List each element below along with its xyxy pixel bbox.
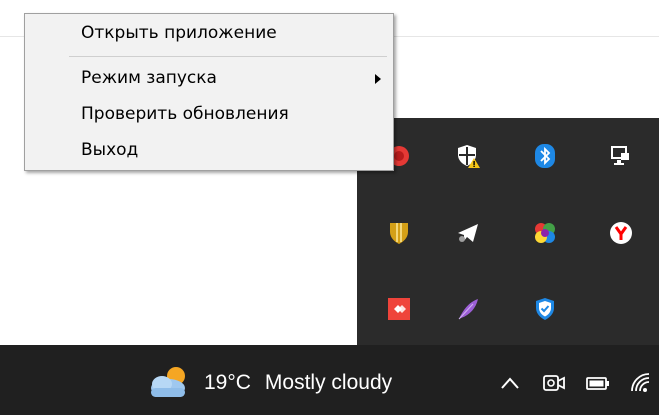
anydesk-icon[interactable] xyxy=(381,291,417,327)
menu-item-check-updates[interactable]: Проверить обновления xyxy=(27,101,391,127)
color-wheel-icon[interactable] xyxy=(527,215,563,251)
menu-item-label: Выход xyxy=(81,140,139,160)
wifi-icon[interactable] xyxy=(628,369,656,397)
menu-item-exit[interactable]: Выход xyxy=(27,137,391,163)
windows-security-warning-icon[interactable] xyxy=(450,138,486,174)
shield-check-icon[interactable] xyxy=(527,291,563,327)
submenu-arrow-icon xyxy=(375,74,381,84)
tray-context-menu: Открыть приложение Режим запуска Провери… xyxy=(24,13,394,171)
weather-temperature: 19°C xyxy=(204,371,251,394)
menu-item-open-app[interactable]: Открыть приложение xyxy=(27,20,391,46)
menu-item-label: Проверить обновления xyxy=(81,104,289,124)
weather-widget[interactable]: 19°C Mostly cloudy xyxy=(146,365,392,401)
weather-description: Mostly cloudy xyxy=(264,371,393,394)
meet-now-icon[interactable] xyxy=(540,369,568,397)
bluetooth-icon[interactable] xyxy=(527,138,563,174)
chevron-up-icon[interactable] xyxy=(496,369,524,397)
feather-icon[interactable] xyxy=(450,291,486,327)
menu-separator xyxy=(69,56,387,57)
battery-icon[interactable] xyxy=(584,369,612,397)
menu-item-launch-mode[interactable]: Режим запуска xyxy=(27,65,391,91)
yandex-browser-icon[interactable] xyxy=(603,215,639,251)
menu-item-label: Режим запуска xyxy=(81,68,217,88)
taskbar: 19°C Mostly cloudy xyxy=(0,345,659,415)
network-monitor-icon[interactable] xyxy=(603,138,639,174)
telegram-icon[interactable] xyxy=(450,215,486,251)
weather-cloudy-icon xyxy=(146,364,194,402)
shield-gold-icon[interactable] xyxy=(381,215,417,251)
tray-overflow-flyout xyxy=(357,118,659,345)
menu-item-label: Открыть приложение xyxy=(81,23,277,43)
